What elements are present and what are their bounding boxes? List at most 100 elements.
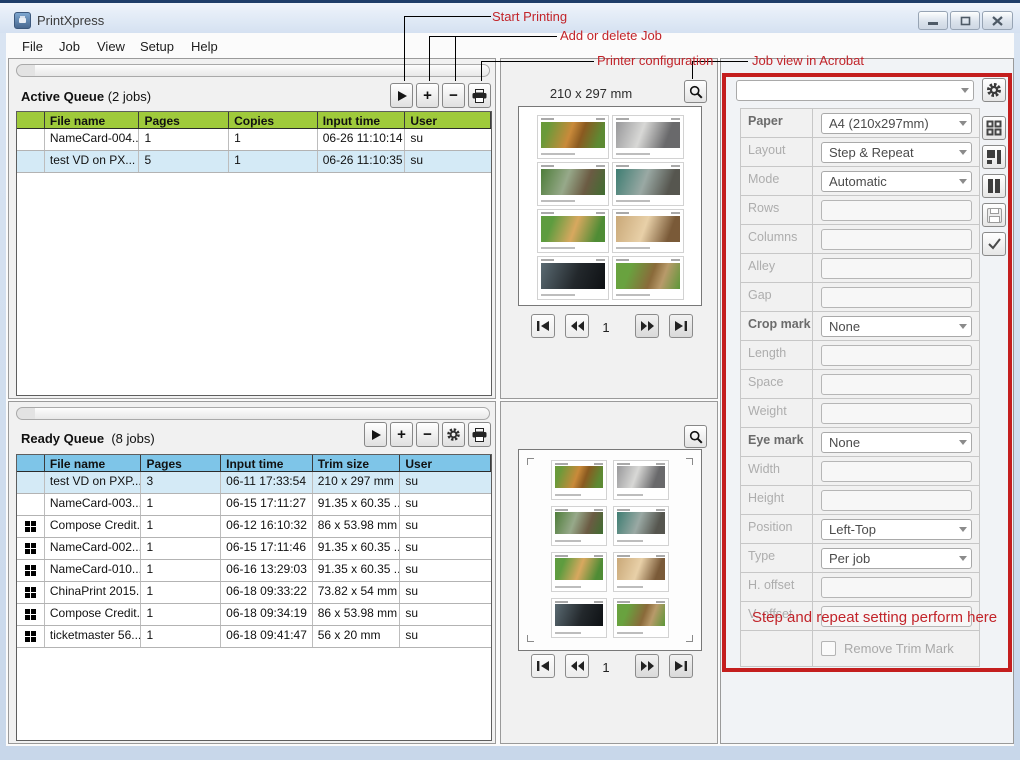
preview-card: [537, 209, 609, 253]
thumbnail-puppy-photo: [617, 558, 665, 580]
thumbnail-seal-pups-photo: [617, 512, 665, 534]
nav-last-icon: [675, 661, 687, 671]
table-row[interactable]: Compose Credit... 1 06-12 16:10:32 86 x …: [17, 516, 491, 538]
table-row[interactable]: NameCard-010.... 1 06-16 13:29:03 91.35 …: [17, 560, 491, 582]
active-queue-progressbar: [16, 64, 490, 77]
next-page-button[interactable]: [635, 654, 659, 678]
imposition-grid: [519, 107, 701, 305]
preview-card: [537, 115, 609, 159]
annotation-line: [481, 61, 482, 81]
thumbnail-fox-photo: [541, 122, 605, 148]
ready-queue-table: File name Pages Input time Trim size Use…: [16, 454, 492, 741]
delete-job-button[interactable]: −: [442, 83, 465, 108]
menu-setup[interactable]: Setup: [136, 37, 178, 56]
annotation-line: [404, 16, 405, 81]
preview-card: [612, 256, 684, 300]
annotation-printer-configuration: Printer configuration: [597, 53, 713, 68]
ready-queue-count: (8 jobs): [111, 431, 154, 446]
restore-button[interactable]: [950, 11, 980, 30]
col-pages[interactable]: Pages: [141, 455, 221, 471]
col-copies[interactable]: Copies: [229, 112, 318, 128]
minimize-button[interactable]: [918, 11, 948, 30]
start-printing-button[interactable]: [364, 422, 387, 447]
menu-job[interactable]: Job: [55, 37, 84, 56]
app-icon[interactable]: [14, 12, 31, 29]
previous-page-button[interactable]: [565, 314, 589, 338]
thumbnail-black-panther-photo: [555, 604, 603, 626]
last-page-button[interactable]: [669, 654, 693, 678]
nav-previous-icon: [571, 321, 584, 331]
col-user[interactable]: User: [405, 112, 491, 128]
col-trim-size[interactable]: Trim size: [313, 455, 401, 471]
step-repeat-icon: [25, 543, 36, 554]
col-file-name[interactable]: File name: [45, 112, 140, 128]
preview-bottom-panel: 1: [500, 401, 718, 744]
start-printing-button[interactable]: [390, 83, 413, 108]
thumbnail-seal-pups-photo: [616, 169, 680, 195]
active-queue-toolbar: + −: [390, 83, 491, 108]
step-repeat-icon: [25, 609, 36, 620]
first-page-button[interactable]: [531, 654, 555, 678]
col-user[interactable]: User: [400, 455, 491, 471]
close-button[interactable]: [982, 11, 1013, 30]
add-job-button[interactable]: +: [390, 422, 413, 447]
preview-card: [613, 598, 669, 638]
menu-help[interactable]: Help: [187, 37, 222, 56]
table-row[interactable]: NameCard-003.... 1 06-15 17:11:27 91.35 …: [17, 494, 491, 516]
add-job-button[interactable]: +: [416, 83, 439, 108]
next-page-button[interactable]: [635, 314, 659, 338]
thumbnail-tabby-cat-photo: [616, 122, 680, 148]
thumbnail-black-panther-photo: [541, 263, 605, 289]
col-pages[interactable]: Pages: [139, 112, 229, 128]
table-row-selected[interactable]: test VD on PXP... 3 06-11 17:33:54 210 x…: [17, 472, 491, 494]
menu-file[interactable]: File: [18, 37, 47, 56]
table-row[interactable]: ticketmaster 56... 1 06-18 09:41:47 56 x…: [17, 626, 491, 648]
magnifier-icon: [689, 430, 703, 444]
page-number: 1: [596, 320, 616, 335]
annotation-step-and-repeat: Step and repeat setting perform here: [752, 609, 997, 626]
nav-next-icon: [641, 321, 654, 331]
job-settings-button[interactable]: [442, 422, 465, 447]
annotation-line: [429, 36, 557, 37]
col-file-name[interactable]: File name: [45, 455, 142, 471]
delete-job-button[interactable]: −: [416, 422, 439, 447]
last-page-button[interactable]: [669, 314, 693, 338]
ready-queue-toolbar: + −: [364, 422, 491, 447]
minus-icon: −: [423, 426, 432, 443]
previous-page-button[interactable]: [565, 654, 589, 678]
col-input-time[interactable]: Input time: [221, 455, 313, 471]
preview-page-bottom: [518, 449, 702, 651]
table-row[interactable]: ChinaPrint 2015... 1 06-18 09:33:22 73.8…: [17, 582, 491, 604]
play-icon: [398, 91, 407, 101]
job-view-acrobat-button[interactable]: [684, 80, 707, 103]
printer-button[interactable]: [468, 422, 491, 447]
imposition-grid: [519, 450, 701, 650]
step-repeat-icon: [25, 521, 36, 532]
preview-card: [613, 460, 669, 500]
annotation-line: [455, 36, 456, 81]
step-repeat-icon: [25, 631, 36, 642]
thumbnail-corgi-photo: [555, 558, 603, 580]
table-row[interactable]: Compose Credit... 1 06-18 09:34:19 86 x …: [17, 604, 491, 626]
nav-next-icon: [641, 661, 654, 671]
table-row[interactable]: NameCard-004... 1 1 06-26 11:10:14 su: [17, 129, 491, 151]
table-row-selected[interactable]: test VD on PX... 5 1 06-26 11:10:35 su: [17, 151, 491, 173]
active-queue-panel: Active Queue (2 jobs) + − File name Page…: [8, 58, 496, 399]
nav-last-icon: [675, 321, 687, 331]
plus-icon: +: [397, 426, 406, 443]
menu-view[interactable]: View: [93, 37, 129, 56]
col-input-time[interactable]: Input time: [318, 112, 406, 128]
printer-button[interactable]: [468, 83, 491, 108]
active-queue-count: (2 jobs): [108, 89, 151, 104]
preview-card: [551, 552, 607, 592]
window-title: PrintXpress: [37, 13, 104, 28]
page-number: 1: [596, 660, 616, 675]
preview-card: [551, 460, 607, 500]
ready-queue-panel: Ready Queue (8 jobs) + −: [8, 401, 496, 744]
job-view-acrobat-button[interactable]: [684, 425, 707, 448]
thumbnail-rabbits-photo: [555, 512, 603, 534]
preview-card: [537, 162, 609, 206]
minimize-icon: [927, 16, 939, 25]
first-page-button[interactable]: [531, 314, 555, 338]
table-row[interactable]: NameCard-002.... 1 06-15 17:11:46 91.35 …: [17, 538, 491, 560]
